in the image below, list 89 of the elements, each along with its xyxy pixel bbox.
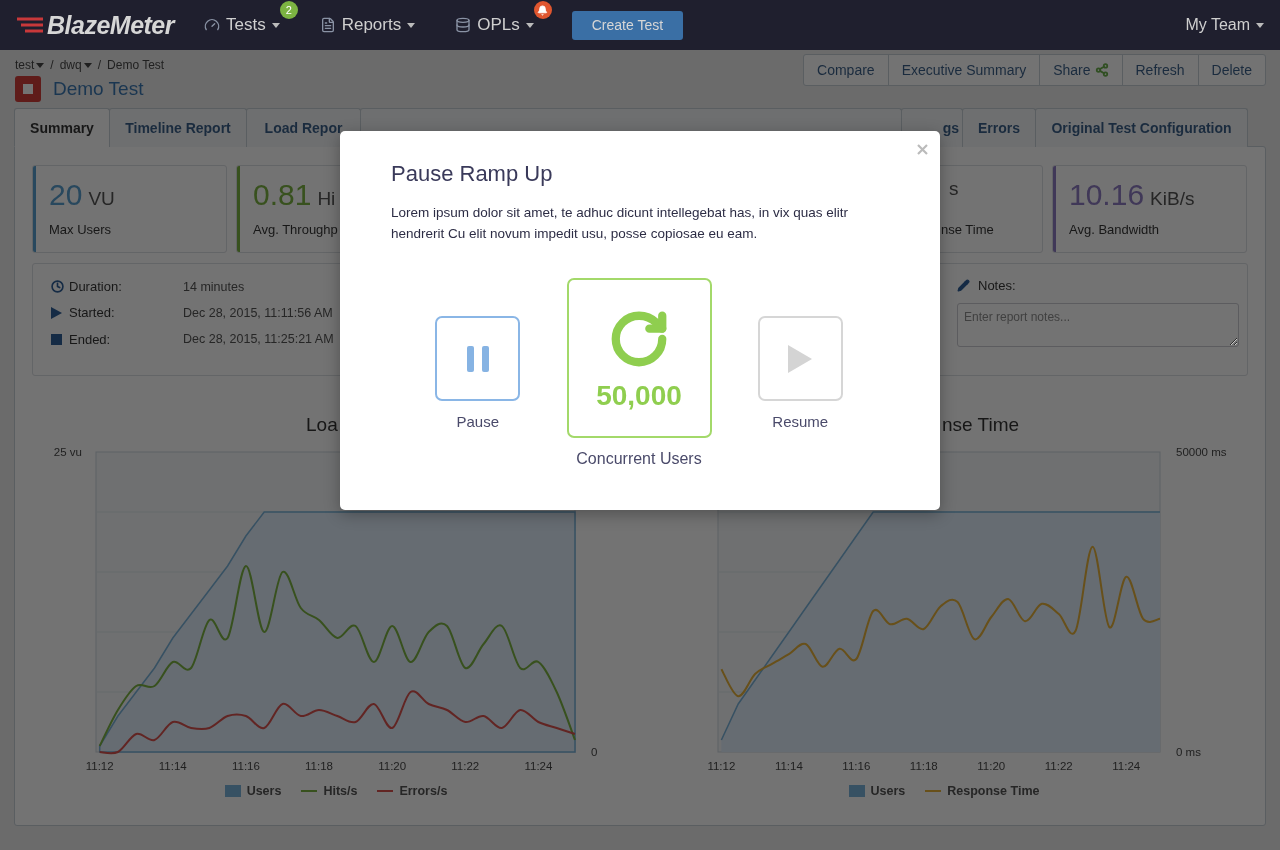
stat-label: Avg. Bandwidth — [1069, 222, 1160, 237]
modal-text: Lorem ipsum dolor sit amet, te adhuc dicunt intellegebat has, in vix quas elitr hendrerit Cu elit novum impedit usu, posse copiosae eu eam. — [391, 204, 849, 243]
play-icon — [51, 307, 62, 319]
create-test-button[interactable]: Create Test — [571, 10, 684, 40]
logo-icon — [15, 16, 45, 34]
stat-unit: KiB/s — [1150, 188, 1195, 210]
stop-icon — [51, 333, 62, 345]
detail-label: Duration: — [69, 279, 123, 295]
axis-label: 11:24 — [1112, 760, 1141, 772]
axis-label: 11:12 — [85, 760, 114, 772]
axis-label: 0 — [591, 746, 598, 758]
stat-unit: VU — [88, 188, 115, 210]
caret-icon — [525, 22, 534, 28]
breadcrumb-link[interactable]: test — [15, 58, 45, 72]
pencil-icon — [957, 279, 970, 292]
tab[interactable]: Load Repor — [246, 108, 361, 147]
stat-value: 0.81 — [253, 178, 312, 212]
control-label: Resume — [772, 413, 829, 430]
detail-label: Ended: — [69, 331, 112, 347]
play-icon — [788, 344, 813, 373]
tab[interactable]: Original Test Configuration — [1035, 108, 1248, 147]
action-button[interactable]: Compare — [803, 54, 889, 86]
axis-label: 25 vu — [53, 446, 82, 458]
gauge-icon — [204, 17, 220, 33]
nav-menu[interactable]: OPLs — [445, 15, 544, 35]
legend-label: Hits/s — [323, 784, 358, 798]
axis-label: 11:14 — [774, 760, 803, 772]
axis-label: 11:16 — [231, 760, 260, 772]
tab[interactable]: Errors — [962, 108, 1036, 147]
detail-value: 14 minutes — [183, 279, 246, 294]
counter-value: 50,000 — [596, 380, 682, 412]
stat-unit: Hi — [317, 188, 336, 210]
axis-label: 11:20 — [977, 760, 1006, 772]
modal-title: Pause Ramp Up — [391, 161, 554, 187]
chart-title: Loa — [306, 414, 338, 435]
stop-icon[interactable] — [15, 76, 41, 102]
notes-label: Notes: — [978, 278, 1016, 293]
legend-label: Errors/s — [399, 784, 448, 798]
test-title: Demo Test — [53, 78, 144, 100]
action-button[interactable]: Refresh — [1121, 54, 1199, 86]
stat-value: 10.16 — [1069, 178, 1145, 212]
counter-label: Concurrent Users — [576, 450, 702, 468]
breadcrumb-link[interactable]: Demo Test — [107, 58, 165, 72]
count-badge: 2 — [279, 1, 298, 19]
axis-label: 11:14 — [158, 760, 187, 772]
tab[interactable]: Timeline Report — [109, 108, 247, 147]
axis-label: 0 ms — [1176, 746, 1201, 758]
breadcrumb-link[interactable]: dwq — [59, 58, 92, 72]
detail-value: Dec 28, 2015, 11:25:21 AM — [183, 332, 334, 347]
legend-item: Users — [848, 784, 906, 798]
detail-label: Started: — [69, 305, 116, 321]
action-button[interactable]: Delete — [1197, 54, 1266, 86]
pause-icon — [466, 345, 489, 372]
stat-unit: s — [949, 178, 959, 200]
tab[interactable]: Summary — [14, 108, 110, 147]
axis-label: 11:22 — [1044, 760, 1073, 772]
breadcrumb-separator: / — [50, 58, 54, 72]
stat-value: 20 — [49, 178, 83, 212]
clock-icon — [51, 280, 64, 294]
legend-label: Users — [246, 784, 282, 798]
action-button[interactable]: Executive Summary — [887, 54, 1041, 86]
axis-label: 11:18 — [305, 760, 333, 772]
users-counter[interactable]: 50,000 — [566, 278, 712, 438]
stat-label: Max Users — [49, 222, 112, 237]
detail-value: Dec 28, 2015, 11:11:56 AM — [183, 306, 334, 320]
nav-menu[interactable]: Reports — [309, 15, 426, 35]
axis-label: 11:24 — [524, 760, 553, 772]
pause-button[interactable] — [435, 316, 521, 401]
team-menu[interactable]: My Team — [1185, 16, 1264, 34]
axis-label: 11:16 — [842, 760, 871, 772]
axis-label: 11:18 — [909, 760, 938, 772]
share-icon — [1094, 63, 1109, 77]
axis-label: 11:22 — [451, 760, 480, 772]
database-icon — [455, 17, 472, 33]
legend-item: Response Time — [925, 784, 1040, 798]
action-button[interactable]: Share — [1039, 54, 1123, 86]
caret-icon — [1256, 22, 1264, 28]
control-label: Pause — [456, 413, 499, 430]
logo[interactable]: BlazeMeter — [47, 10, 174, 40]
axis-label: 11:12 — [707, 760, 736, 772]
stat-label: Avg. Throughp — [253, 222, 338, 237]
axis-label: 11:20 — [378, 760, 407, 772]
breadcrumb-separator: / — [97, 58, 102, 72]
chart-title: nse Time — [942, 414, 1020, 435]
stat-label: nse Time — [941, 222, 994, 237]
axis-label: 50000 ms — [1176, 446, 1227, 458]
caret-icon — [407, 22, 416, 28]
document-icon — [319, 17, 336, 33]
caret-icon — [271, 22, 280, 28]
